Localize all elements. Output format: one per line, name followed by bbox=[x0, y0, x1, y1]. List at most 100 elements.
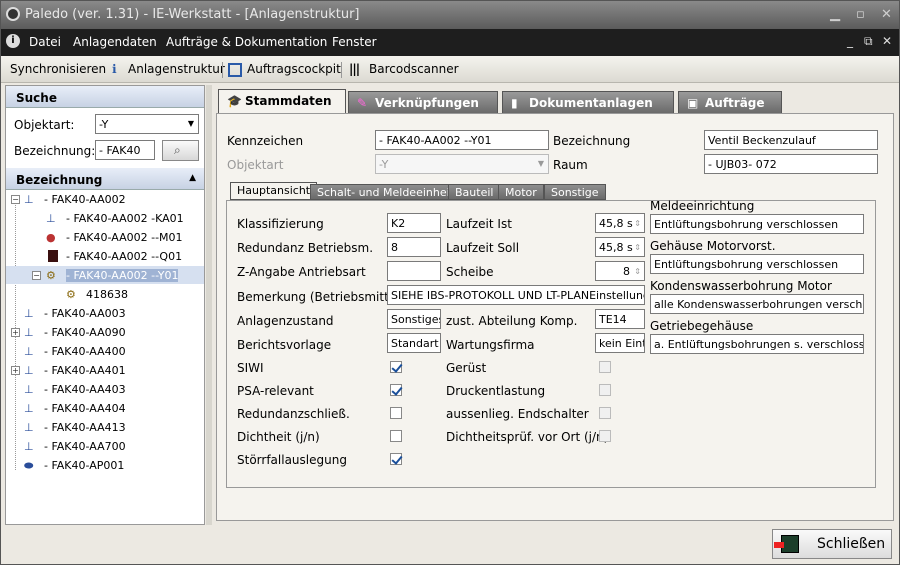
melde-field[interactable]: Entlüftungsbohrung verschlossen bbox=[650, 214, 864, 234]
laufzeit-ist-value: 45,8 s bbox=[599, 217, 633, 230]
subtab-hauptansicht[interactable]: Hauptansicht bbox=[230, 182, 318, 200]
subtab-schalt-melde[interactable]: Schalt- und Meldeeinheit bbox=[310, 184, 461, 200]
druckentlastung-checkbox[interactable] bbox=[599, 384, 611, 396]
getriebe-field[interactable]: a. Entlüftungsbohrungen s. verschlossen bbox=[650, 334, 864, 354]
bezeichnung-field[interactable]: Ventil Beckenzulauf bbox=[704, 130, 878, 150]
spinner-icon[interactable]: ⇕ bbox=[634, 267, 641, 276]
bezeichnung-label: Bezeichnung: bbox=[14, 144, 96, 158]
melde-label: Meldeeinrichtung bbox=[650, 199, 755, 213]
collapse-icon[interactable]: − bbox=[32, 271, 41, 280]
main-tabs: 🎓 Stammdaten ✎ Verknüpfungen ▮ Dokumenta… bbox=[214, 89, 896, 114]
tree-node-label: - FAK40-AA002 --Y01 bbox=[66, 269, 179, 282]
bezeichnung-input[interactable]: - FAK40 bbox=[95, 140, 155, 160]
konden-label: Kondenswasserbohrung Motor bbox=[650, 279, 832, 293]
mdi-minimize-icon[interactable]: _ bbox=[847, 34, 853, 48]
app-logo-icon bbox=[6, 7, 20, 21]
gehaeuse-field[interactable]: Entlüftungsbohrung verschlossen bbox=[650, 254, 864, 274]
siwi-label: SIWI bbox=[237, 361, 264, 375]
laufzeit-ist-label: Laufzeit Ist bbox=[446, 217, 512, 231]
redundanzschl-checkbox[interactable] bbox=[390, 407, 402, 419]
subtab-bauteil[interactable]: Bauteil bbox=[448, 184, 501, 200]
objektart-select-value: -Y bbox=[99, 118, 109, 131]
zangabe-field[interactable] bbox=[387, 261, 441, 281]
minimize-icon[interactable]: ▁ bbox=[830, 7, 840, 22]
menu-fenster[interactable]: Fenster bbox=[332, 35, 377, 49]
exit-door-icon bbox=[774, 535, 799, 553]
switch-icon bbox=[48, 250, 58, 262]
stoerfall-checkbox[interactable] bbox=[390, 453, 402, 465]
expand-icon[interactable]: + bbox=[11, 366, 20, 375]
link-icon: ✎ bbox=[357, 96, 368, 110]
clipboard-icon: ▣ bbox=[687, 96, 699, 110]
collapse-icon[interactable]: − bbox=[11, 195, 20, 204]
sync-button[interactable]: Synchronisieren bbox=[10, 62, 106, 76]
tab-stammdaten[interactable]: 🎓 Stammdaten bbox=[218, 89, 346, 114]
mdi-restore-icon[interactable]: ⧉ bbox=[864, 34, 873, 49]
klassifizierung-field[interactable]: K2 bbox=[387, 213, 441, 233]
actuator-icon: ⚙ bbox=[46, 269, 56, 282]
raum-label: Raum bbox=[553, 158, 588, 172]
bezeichnung-label: Bezeichnung bbox=[553, 134, 631, 148]
subtab-motor[interactable]: Motor bbox=[498, 184, 544, 200]
info-icon[interactable]: i bbox=[6, 34, 20, 48]
spinner-icon[interactable]: ⇕ bbox=[634, 219, 641, 228]
endschalter-checkbox[interactable] bbox=[599, 407, 611, 419]
tree-node-selected[interactable]: − ⚙ - FAK40-AA002 --Y01 bbox=[6, 266, 204, 284]
search-icon: ⌕ bbox=[174, 143, 181, 157]
panel-splitter[interactable] bbox=[206, 85, 212, 525]
menu-anlagendaten[interactable]: Anlagendaten bbox=[73, 35, 157, 49]
abteilung-field[interactable]: TE14 bbox=[595, 309, 645, 329]
psa-checkbox[interactable] bbox=[390, 384, 402, 396]
dichtheit-checkbox[interactable] bbox=[390, 430, 402, 442]
hat-icon: 🎓 bbox=[227, 94, 242, 108]
stoerfall-label: Störrfallauslegung bbox=[237, 453, 347, 467]
kennzeichen-field[interactable]: - FAK40-AA002 --Y01 bbox=[375, 130, 549, 150]
subtab-sonstige[interactable]: Sonstige bbox=[544, 184, 606, 200]
menu-datei[interactable]: Datei bbox=[29, 35, 61, 49]
objektart-select[interactable]: -Y ▼ bbox=[95, 114, 199, 134]
laufzeit-soll-field[interactable]: 45,8 s ⇕ bbox=[595, 237, 645, 257]
siwi-checkbox[interactable] bbox=[390, 361, 402, 373]
raum-field[interactable]: - UJB03- 072 bbox=[704, 154, 878, 174]
auftragscockpit-button[interactable]: Auftragscockpit bbox=[247, 62, 341, 76]
sort-asc-icon[interactable]: ▲ bbox=[189, 173, 196, 183]
expand-icon[interactable]: + bbox=[11, 328, 20, 337]
mdi-close-icon[interactable]: ✕ bbox=[882, 34, 892, 48]
barcodscanner-button[interactable]: Barcodscanner bbox=[369, 62, 459, 76]
redundanz-field[interactable]: 8 bbox=[387, 237, 441, 257]
bemerkung-field[interactable]: SIEHE IBS-PROTOKOLL UND LT-PLANEinstellu… bbox=[387, 285, 645, 305]
scheibe-field[interactable]: 8 ⇕ bbox=[595, 261, 645, 281]
detail-panel: 🎓 Stammdaten ✎ Verknüpfungen ▮ Dokumenta… bbox=[214, 85, 896, 525]
dichtpruef-label: Dichtheitsprüf. vor Ort (j/n) bbox=[446, 430, 609, 444]
schliessen-button[interactable]: Schließen bbox=[772, 529, 892, 559]
equipment-tree: − ⊥ - FAK40-AA002 ⊥ - FAK40-AA002 -KA01 … bbox=[6, 190, 204, 524]
menu-auftraege[interactable]: Aufträge & Dokumentation bbox=[166, 35, 327, 49]
tab-dokumentanlagen[interactable]: ▮ Dokumentanlagen bbox=[502, 91, 674, 113]
tree-node-label: 418638 bbox=[86, 288, 128, 301]
title-bar: Paledo (ver. 1.31) - IE-Werkstatt - [Anl… bbox=[1, 1, 899, 29]
berichtsvorlage-field[interactable]: Standart S bbox=[387, 333, 441, 353]
geruest-checkbox[interactable] bbox=[599, 361, 611, 373]
laufzeit-ist-field[interactable]: 45,8 s ⇕ bbox=[595, 213, 645, 233]
wartungsfirma-field[interactable]: kein Eintr bbox=[595, 333, 645, 353]
maximize-icon[interactable]: ▫ bbox=[856, 7, 865, 22]
dichtpruef-checkbox[interactable] bbox=[599, 430, 611, 442]
toolbar-divider bbox=[341, 62, 342, 78]
bemerkung-label: Bemerkung (Betriebsmittel) bbox=[237, 290, 405, 304]
close-icon[interactable]: ✕ bbox=[881, 7, 892, 22]
anlagenzustand-field[interactable]: Sonstiges bbox=[387, 309, 441, 329]
tab-verknuepfungen[interactable]: ✎ Verknüpfungen bbox=[348, 91, 498, 113]
search-button[interactable]: ⌕ bbox=[162, 140, 199, 161]
scheibe-value: 8 bbox=[623, 265, 630, 278]
objektart-field: -Y ▼ bbox=[375, 154, 549, 174]
konden-field[interactable]: alle Kondenswasserbohrungen verschlossen bbox=[650, 294, 864, 314]
tree-node-label: - FAK40-AA404 bbox=[44, 402, 126, 415]
search-header: Suche bbox=[6, 86, 204, 108]
tab-auftraege[interactable]: ▣ Aufträge bbox=[678, 91, 782, 113]
info-small-icon: ℹ bbox=[112, 62, 117, 76]
tree-node-label: - FAK40-AA400 bbox=[44, 345, 126, 358]
anlagenstruktur-button[interactable]: Anlagenstruktur bbox=[128, 62, 225, 76]
chevron-down-icon: ▼ bbox=[187, 119, 194, 128]
valve-icon: ⊥ bbox=[24, 364, 34, 377]
spinner-icon[interactable]: ⇕ bbox=[634, 243, 641, 252]
